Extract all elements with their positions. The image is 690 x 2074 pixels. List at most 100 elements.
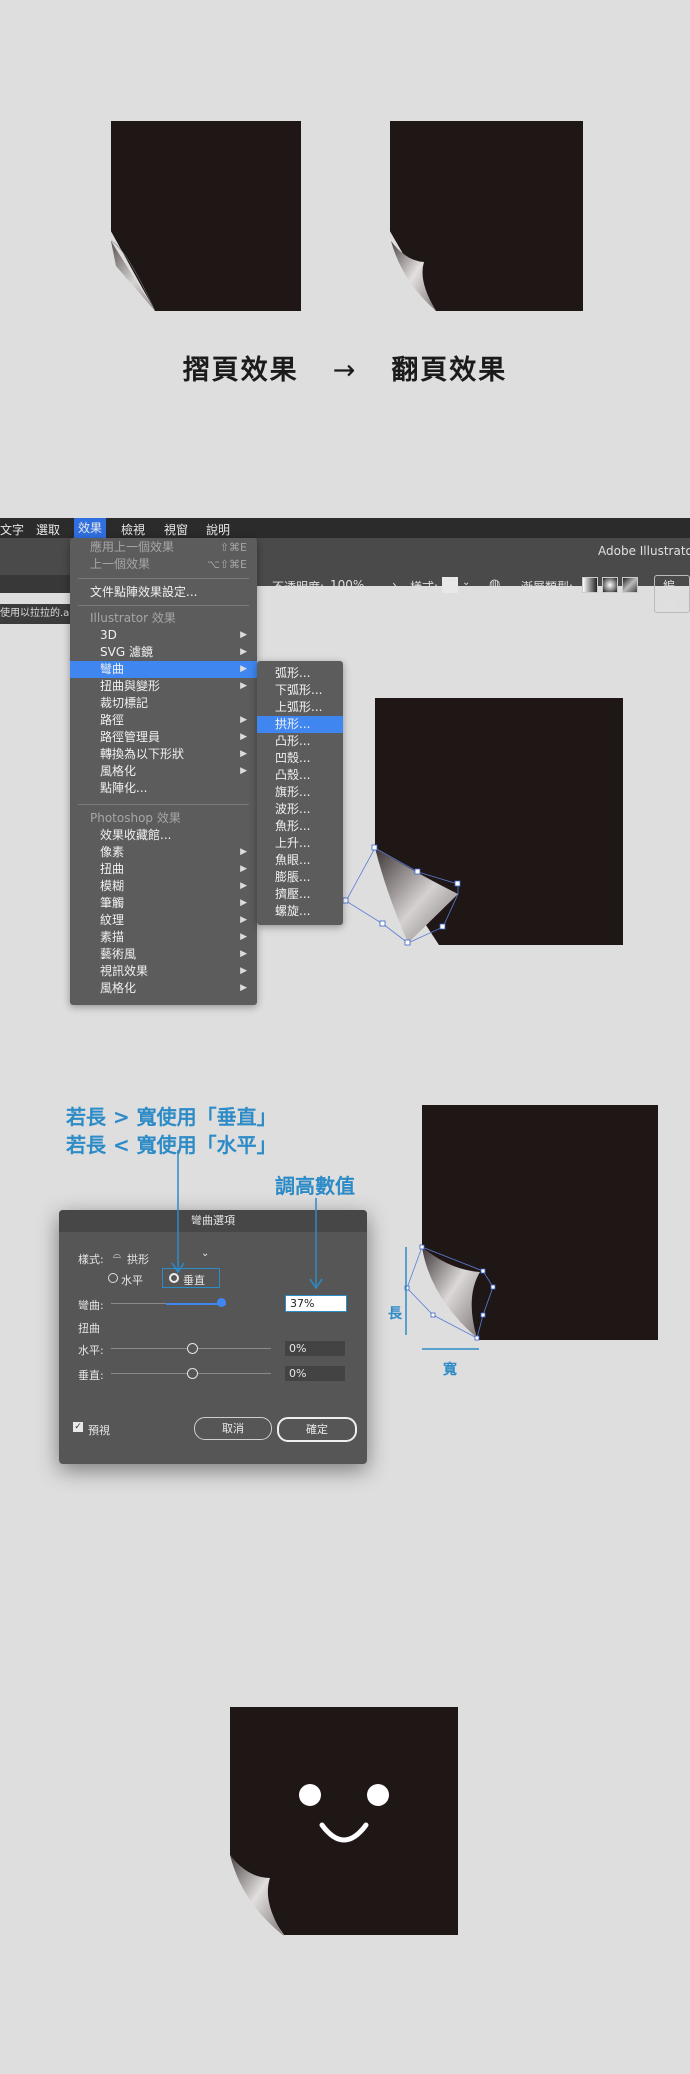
freeform-gradient-icon[interactable] bbox=[622, 577, 638, 593]
page-turn-effect-label: 翻頁效果 bbox=[391, 355, 508, 386]
menu-item-pixelate[interactable]: 像素 ▶ bbox=[70, 844, 257, 861]
checkmark-icon: ✓ bbox=[73, 1422, 83, 1432]
triangle-right-icon: ▶ bbox=[240, 932, 247, 942]
menu-item-distort-transform[interactable]: 扭曲與變形 ▶ bbox=[70, 678, 257, 695]
warp-item-arc[interactable]: 弧形... bbox=[257, 665, 343, 682]
triangle-right-icon: ▶ bbox=[240, 664, 247, 674]
illustrator-effects-header: Illustrator 效果 bbox=[90, 611, 176, 625]
ok-button[interactable]: 確定 bbox=[277, 1417, 357, 1442]
edit-gradient-button[interactable]: 編輯 bbox=[654, 575, 690, 613]
chevron-right-icon[interactable]: › bbox=[392, 578, 397, 592]
triangle-right-icon: ▶ bbox=[240, 949, 247, 959]
menu-help[interactable]: 說明 bbox=[206, 521, 230, 538]
menu-item-sketch[interactable]: 素描 ▶ bbox=[70, 929, 257, 946]
menu-item-warp[interactable]: 彎曲 ▶ bbox=[70, 661, 257, 678]
menu-item-crop-marks[interactable]: 裁切標記 bbox=[70, 695, 257, 712]
warp-item-bulge[interactable]: 凸形... bbox=[257, 733, 343, 750]
warp-item-shell-upper[interactable]: 凸殼... bbox=[257, 767, 343, 784]
menu-select[interactable]: 選取 bbox=[36, 521, 60, 538]
gradient-type-label: 漸層類型: bbox=[521, 580, 574, 594]
menu-item-artistic[interactable]: 藝術風 ▶ bbox=[70, 946, 257, 963]
comparison-caption: 摺頁效果 → 翻頁效果 bbox=[0, 348, 690, 387]
dist-vertical-input[interactable]: 0% bbox=[285, 1366, 345, 1381]
menu-item-stylize-ps[interactable]: 風格化 ▶ bbox=[70, 980, 257, 997]
right-eye bbox=[367, 1784, 389, 1806]
menu-item-video[interactable]: 視訊效果 ▶ bbox=[70, 963, 257, 980]
triangle-right-icon: ▶ bbox=[240, 898, 247, 908]
warp-item-shell-lower[interactable]: 凹殼... bbox=[257, 750, 343, 767]
style-label: 樣式: bbox=[78, 1253, 104, 1266]
rule-line-1: 若長 > 寬使用「垂直」 bbox=[66, 1105, 277, 1129]
menu-item-path[interactable]: 路徑 ▶ bbox=[70, 712, 257, 729]
menu-item-apply-last-effect[interactable]: 應用上一個效果 ⇧⌘E bbox=[70, 539, 257, 556]
menu-effect[interactable]: 效果 bbox=[74, 518, 107, 538]
bend-label: 彎曲: bbox=[78, 1299, 104, 1312]
radial-gradient-icon[interactable] bbox=[602, 577, 618, 593]
style-swatch[interactable] bbox=[442, 577, 458, 593]
menu-item-texture[interactable]: 紋理 ▶ bbox=[70, 912, 257, 929]
menu-item-pathfinder[interactable]: 路徑管理員 ▶ bbox=[70, 729, 257, 746]
triangle-right-icon: ▶ bbox=[240, 732, 247, 742]
menu-window[interactable]: 視窗 bbox=[164, 521, 188, 538]
cancel-button[interactable]: 取消 bbox=[194, 1417, 272, 1440]
menu-item-brush-strokes[interactable]: 筆觸 ▶ bbox=[70, 895, 257, 912]
menu-item-last-effect[interactable]: 上一個效果 ⌥⇧⌘E bbox=[70, 556, 257, 573]
length-label: 長 bbox=[388, 1306, 402, 1322]
menu-item-rasterize[interactable]: 點陣化... bbox=[70, 780, 257, 797]
photoshop-effects-header: Photoshop 效果 bbox=[90, 811, 181, 825]
bend-slider-knob[interactable] bbox=[216, 1298, 226, 1307]
smiley-page-curl bbox=[230, 1855, 284, 1936]
triangle-right-icon: ▶ bbox=[240, 647, 247, 657]
menu-item-stylize[interactable]: 風格化 ▶ bbox=[70, 763, 257, 780]
measured-curl bbox=[404, 1244, 496, 1350]
annotation-arrows bbox=[171, 1150, 323, 1290]
menu-item-distort[interactable]: 扭曲 ▶ bbox=[70, 861, 257, 878]
menu-item-convert-to-shape[interactable]: 轉換為以下形狀 ▶ bbox=[70, 746, 257, 763]
warp-item-flag[interactable]: 旗形... bbox=[257, 784, 343, 801]
triangle-right-icon: ▶ bbox=[240, 749, 247, 759]
menu-item-raster-settings[interactable]: 文件點陣效果設定... bbox=[70, 584, 257, 601]
warp-item-wave[interactable]: 波形... bbox=[257, 801, 343, 818]
warp-item-arc-lower[interactable]: 下弧形... bbox=[257, 682, 343, 699]
dist-horizontal-knob[interactable] bbox=[187, 1343, 198, 1354]
distortion-header: 扭曲 bbox=[78, 1322, 100, 1335]
warp-item-fish[interactable]: 魚形... bbox=[257, 818, 343, 835]
warp-item-twist[interactable]: 螺旋... bbox=[257, 903, 343, 920]
triangle-right-icon: ▶ bbox=[240, 630, 247, 640]
menu-text[interactable]: 文字 bbox=[0, 521, 24, 538]
chevron-down-icon[interactable]: ⌄ bbox=[462, 577, 470, 588]
warp-preview bbox=[342, 844, 461, 946]
smile bbox=[319, 1822, 369, 1843]
dist-vertical-label: 垂直: bbox=[78, 1369, 104, 1382]
folded-corner-curl bbox=[110, 240, 156, 312]
menu-bar: 文字 選取 效果 檢視 視窗 說明 bbox=[0, 518, 690, 538]
dist-vertical-knob[interactable] bbox=[187, 1368, 198, 1379]
menu-item-3d[interactable]: 3D ▶ bbox=[70, 627, 257, 644]
bend-value-input[interactable]: 37% bbox=[285, 1295, 347, 1312]
warp-item-inflate[interactable]: 膨脹... bbox=[257, 869, 343, 886]
triangle-right-icon: ▶ bbox=[240, 681, 247, 691]
fold-effect-label: 摺頁效果 bbox=[182, 355, 299, 386]
warp-item-rise[interactable]: 上升... bbox=[257, 835, 343, 852]
warp-item-squeeze[interactable]: 擠壓... bbox=[257, 886, 343, 903]
recolor-icon[interactable]: ◍ bbox=[489, 577, 500, 592]
opacity-label: 不透明度: bbox=[272, 580, 325, 594]
triangle-right-icon: ▶ bbox=[240, 847, 247, 857]
menu-item-blur[interactable]: 模糊 ▶ bbox=[70, 878, 257, 895]
style-label: 樣式: bbox=[410, 580, 439, 594]
dist-horizontal-input[interactable]: 0% bbox=[285, 1341, 345, 1356]
arch-icon: ⌓ bbox=[113, 1250, 121, 1261]
document-tab[interactable]: 使用以拉拉的.ai* bbox=[0, 604, 70, 624]
warp-item-arch[interactable]: 拱形... bbox=[257, 716, 343, 733]
opacity-input[interactable]: 100% bbox=[330, 578, 364, 592]
app-title: Adobe Illustrator 2 bbox=[598, 544, 690, 558]
menu-view[interactable]: 檢視 bbox=[121, 521, 145, 538]
warp-item-arc-upper[interactable]: 上弧形... bbox=[257, 699, 343, 716]
fill-dropdown[interactable] bbox=[0, 575, 70, 593]
radio-off-icon bbox=[108, 1273, 118, 1283]
dist-horizontal-label: 水平: bbox=[78, 1344, 104, 1357]
menu-item-svg-filters[interactable]: SVG 濾鏡 ▶ bbox=[70, 644, 257, 661]
menu-item-effect-gallery[interactable]: 效果收藏館... bbox=[70, 827, 257, 844]
linear-gradient-icon[interactable] bbox=[582, 577, 598, 593]
warp-item-fisheye[interactable]: 魚眼... bbox=[257, 852, 343, 869]
